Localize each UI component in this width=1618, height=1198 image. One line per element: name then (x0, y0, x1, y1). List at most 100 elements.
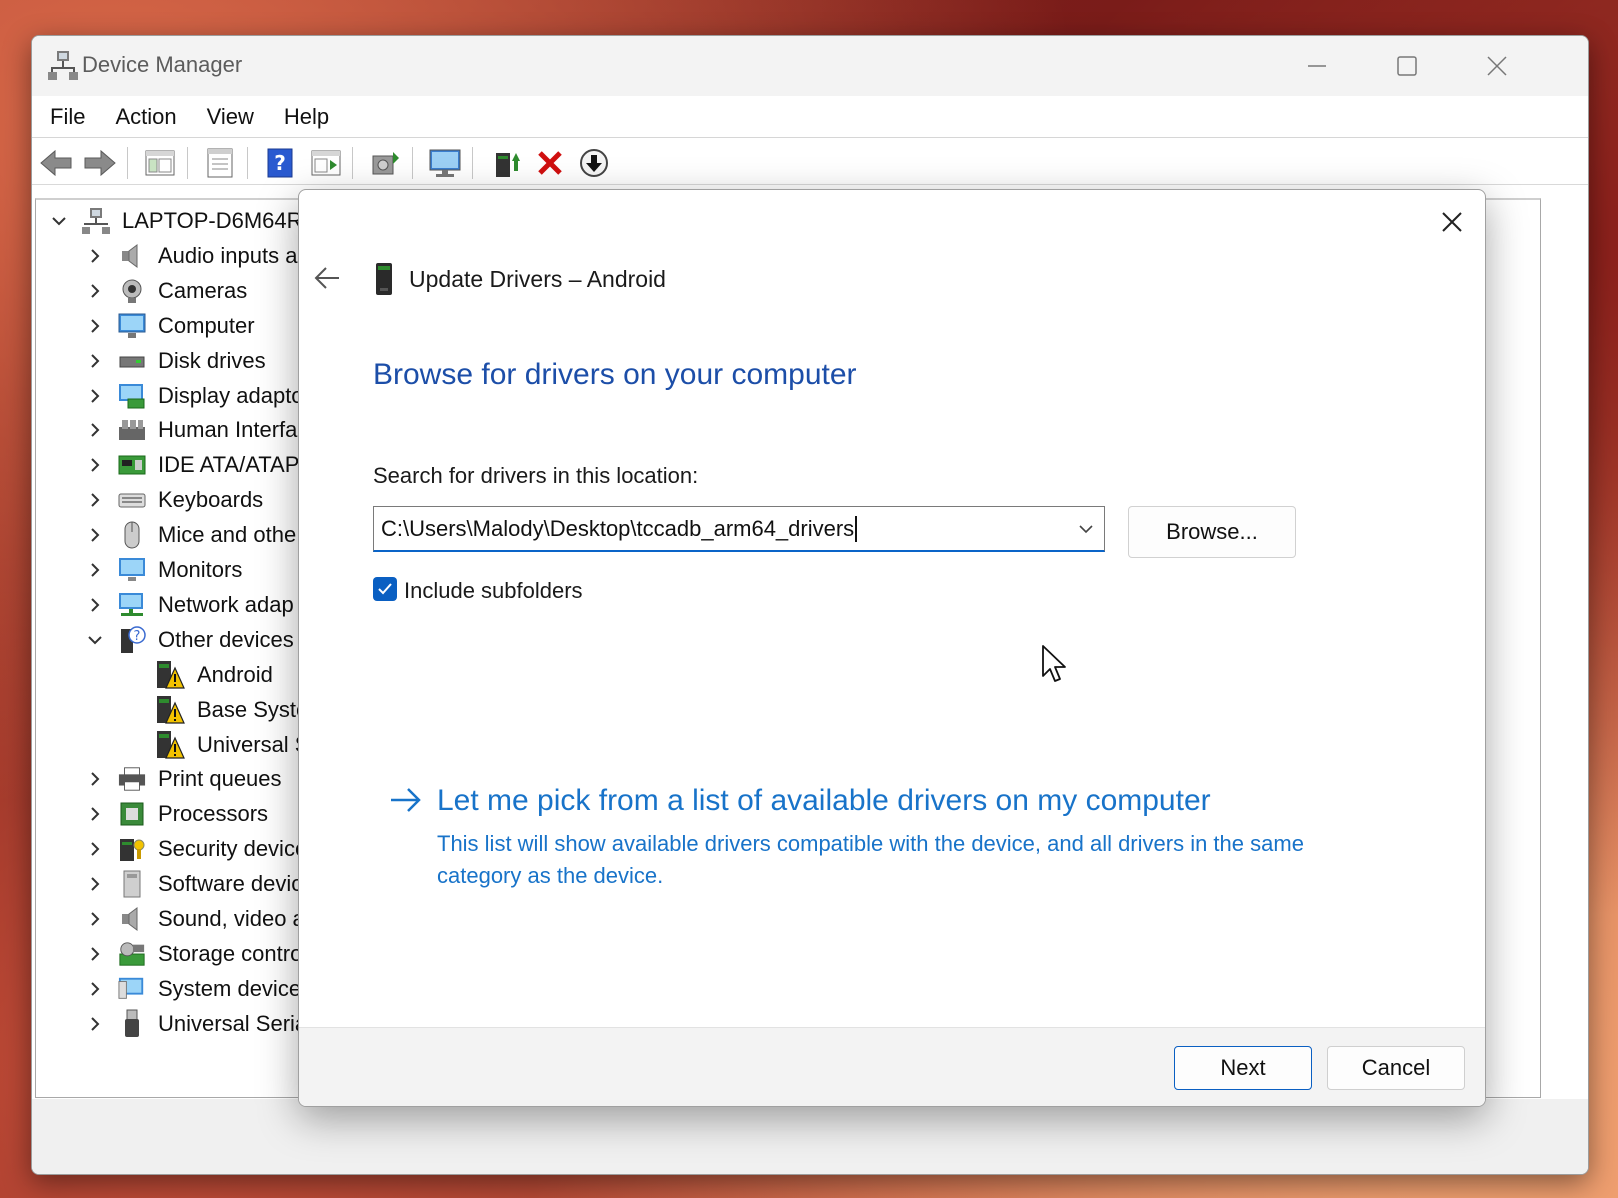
tree-item-label: Audio inputs a (158, 242, 298, 268)
chevron-right-icon[interactable] (84, 489, 106, 511)
chevron-down-icon[interactable] (84, 629, 106, 651)
title-bar[interactable]: Device Manager (32, 36, 1588, 96)
display-adapter-icon (118, 382, 146, 410)
dialog-title: Update Drivers – Android (409, 266, 666, 292)
chevron-right-icon[interactable] (84, 1013, 106, 1035)
tree-child-item[interactable]: Base Syste (155, 693, 308, 727)
tree-item[interactable]: Storage contro (84, 937, 302, 971)
tree-item[interactable]: Computer (84, 309, 255, 343)
tree-item[interactable]: Software devic (84, 867, 302, 901)
forward-button[interactable] (82, 145, 118, 181)
tree-item[interactable]: Display adapto (84, 379, 304, 413)
tree-item-label: Sound, video a (158, 906, 305, 931)
menu-file[interactable]: File (50, 104, 85, 130)
dialog-footer: Next Cancel (299, 1027, 1485, 1106)
tree-item[interactable]: Audio inputs a (84, 239, 297, 273)
pick-driver-list-description[interactable]: This list will show available drivers co… (437, 828, 1367, 892)
chevron-right-icon[interactable] (84, 315, 106, 337)
chevron-down-icon[interactable] (1076, 519, 1096, 539)
tree-item[interactable]: IDE ATA/ATAPI c (84, 448, 323, 482)
chevron-right-icon[interactable] (84, 559, 106, 581)
mouse-pointer-icon (1042, 645, 1066, 682)
pick-driver-list-link[interactable]: Let me pick from a list of available dri… (437, 784, 1211, 818)
tree-item[interactable]: Monitors (84, 553, 242, 587)
tree-item-label: Display adapto (158, 382, 304, 408)
back-button[interactable] (38, 145, 74, 181)
help-button[interactable]: ? (262, 145, 298, 181)
chevron-right-icon[interactable] (84, 768, 106, 790)
usb-icon (118, 1009, 146, 1038)
chevron-right-icon[interactable] (84, 838, 106, 860)
dialog-close-button[interactable] (1430, 200, 1474, 244)
toolbar: ? (32, 139, 1588, 185)
tree-item[interactable]: Print queues (84, 762, 282, 796)
scan-hardware-icon (372, 152, 399, 175)
show-hide-console-tree-button[interactable] (142, 145, 178, 181)
minimize-button[interactable] (1287, 44, 1347, 88)
tree-item-label: Human Interfa (158, 417, 298, 443)
tree-item-label: Monitors (158, 557, 243, 582)
tree-item[interactable]: Mice and othe (84, 518, 296, 552)
tree-item[interactable]: Human Interfa (84, 413, 297, 447)
chevron-right-icon[interactable] (84, 873, 106, 895)
browse-button[interactable]: Browse... (1128, 506, 1296, 558)
tree-item[interactable]: Cameras (84, 274, 247, 308)
uninstall-device-button[interactable] (532, 145, 568, 181)
chevron-down-icon[interactable] (48, 210, 70, 232)
menu-view[interactable]: View (207, 104, 254, 130)
svg-text:?: ? (134, 629, 141, 644)
chevron-right-icon[interactable] (84, 978, 106, 1000)
system-device-icon (118, 975, 146, 1003)
tree-item[interactable]: System devices (84, 972, 312, 1006)
menu-action[interactable]: Action (115, 104, 176, 130)
svg-text:?: ? (274, 151, 286, 175)
chevron-right-icon[interactable] (84, 454, 106, 476)
tree-item[interactable]: ? Other devices (84, 623, 294, 657)
network-adapter-icon (118, 591, 146, 619)
tree-child-label: Universal S (197, 731, 310, 757)
close-button[interactable] (1467, 44, 1527, 88)
next-button[interactable]: Next (1174, 1046, 1312, 1090)
tree-item[interactable]: Security device (84, 832, 307, 866)
properties-button[interactable] (202, 145, 238, 181)
display-devices-button[interactable] (427, 145, 463, 181)
driver-path-combobox[interactable]: C:\Users\Malody\Desktop\tccadb_arm64_dri… (373, 506, 1105, 552)
toolbar-separator (352, 147, 353, 179)
tree-root[interactable]: LAPTOP-D6M64RD (48, 204, 318, 238)
enable-device-icon (580, 149, 608, 177)
tree-child-item[interactable]: Android (155, 658, 273, 692)
unknown-device-icon: ? (118, 626, 146, 654)
maximize-button[interactable] (1377, 44, 1437, 88)
arrow-right-icon[interactable] (389, 786, 423, 814)
tree-item[interactable]: Keyboards (84, 483, 263, 517)
tree-child-item[interactable]: Universal S (155, 728, 309, 762)
chevron-right-icon[interactable] (84, 594, 106, 616)
enable-device-button[interactable] (576, 145, 612, 181)
chevron-right-icon[interactable] (84, 350, 106, 372)
update-driver-button[interactable] (489, 145, 525, 181)
tree-item[interactable]: Sound, video a (84, 902, 305, 936)
tree-item[interactable]: Disk drives (84, 344, 266, 378)
ide-controller-icon (118, 451, 146, 479)
chevron-right-icon[interactable] (84, 245, 106, 267)
cancel-button[interactable]: Cancel (1327, 1046, 1465, 1090)
chevron-right-icon[interactable] (84, 803, 106, 825)
chevron-right-icon[interactable] (84, 943, 106, 965)
display-devices-icon (429, 149, 461, 177)
tree-item-label: Keyboards (158, 487, 264, 513)
menu-help[interactable]: Help (284, 104, 329, 130)
tree-item[interactable]: Network adap (84, 588, 294, 622)
include-subfolders-label[interactable]: Include subfolders (404, 578, 583, 604)
tree-item[interactable]: Universal Seria (84, 1007, 307, 1041)
chevron-right-icon[interactable] (84, 280, 106, 302)
tree-root-label: LAPTOP-D6M64RD (122, 208, 319, 233)
chevron-right-icon[interactable] (84, 908, 106, 930)
action-pane-button[interactable] (308, 145, 344, 181)
dialog-back-button[interactable] (309, 260, 345, 296)
scan-hardware-button[interactable] (367, 145, 403, 181)
include-subfolders-checkbox[interactable] (373, 577, 397, 601)
chevron-right-icon[interactable] (84, 385, 106, 407)
chevron-right-icon[interactable] (84, 419, 106, 441)
tree-item[interactable]: Processors (84, 797, 268, 831)
chevron-right-icon[interactable] (84, 524, 106, 546)
